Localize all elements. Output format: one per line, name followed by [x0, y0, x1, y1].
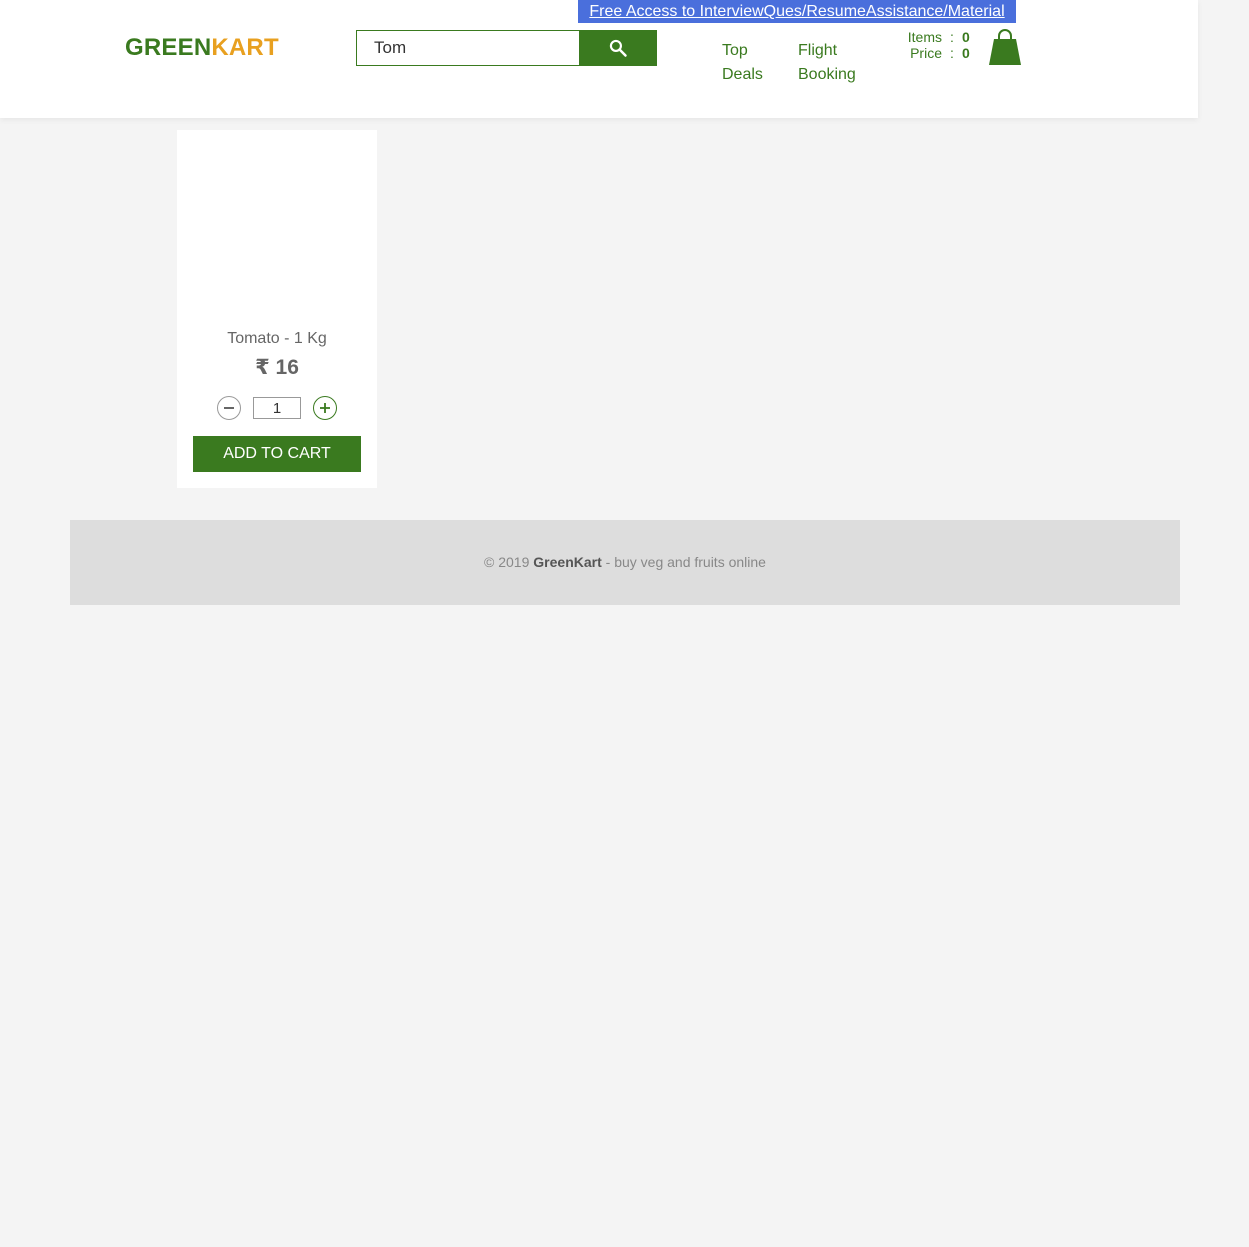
quantity-stepper — [217, 396, 338, 420]
product-name: Tomato - 1 Kg — [227, 330, 327, 347]
items-separator: : — [950, 29, 954, 45]
shopping-bag-icon — [989, 29, 1021, 65]
decrement-button[interactable] — [217, 396, 241, 420]
items-count: 0 — [962, 29, 970, 45]
promo-link[interactable]: Free Access to InterviewQues/ResumeAssis… — [578, 0, 1016, 23]
plus-icon — [320, 403, 330, 413]
price-label: Price — [910, 45, 942, 61]
header: Free Access to InterviewQues/ResumeAssis… — [0, 0, 1198, 118]
logo-green-part: GREEN — [125, 34, 212, 61]
cart-summary: Items : 0 Price : 0 — [895, 29, 970, 61]
product-price: ₹ 16 — [255, 356, 299, 379]
footer-brand: GreenKart — [533, 554, 602, 570]
footer-copyright: © 2019 — [484, 554, 534, 570]
increment-button[interactable] — [313, 396, 337, 420]
search-icon — [609, 39, 627, 57]
top-deals-link[interactable]: Top Deals — [722, 39, 772, 87]
footer: © 2019 GreenKart - buy veg and fruits on… — [70, 520, 1180, 605]
brand-logo[interactable]: GREENKART — [125, 34, 279, 62]
price-separator: : — [950, 45, 954, 61]
product-image — [197, 140, 357, 320]
add-to-cart-button[interactable]: ADD TO CART — [193, 436, 361, 472]
flight-booking-link[interactable]: Flight Booking — [798, 39, 868, 87]
search-button[interactable] — [579, 30, 657, 66]
cart-button[interactable] — [988, 28, 1022, 66]
logo-kart-part: KART — [211, 34, 279, 61]
quantity-input[interactable] — [253, 397, 301, 419]
product-card: Tomato - 1 Kg ₹ 16 ADD TO CART — [177, 130, 377, 488]
footer-tagline: - buy veg and fruits online — [601, 554, 766, 570]
minus-icon — [224, 407, 234, 409]
search-bar — [356, 30, 657, 66]
search-input[interactable] — [356, 30, 580, 66]
price-total: 0 — [962, 45, 970, 61]
items-label: Items — [907, 29, 942, 45]
